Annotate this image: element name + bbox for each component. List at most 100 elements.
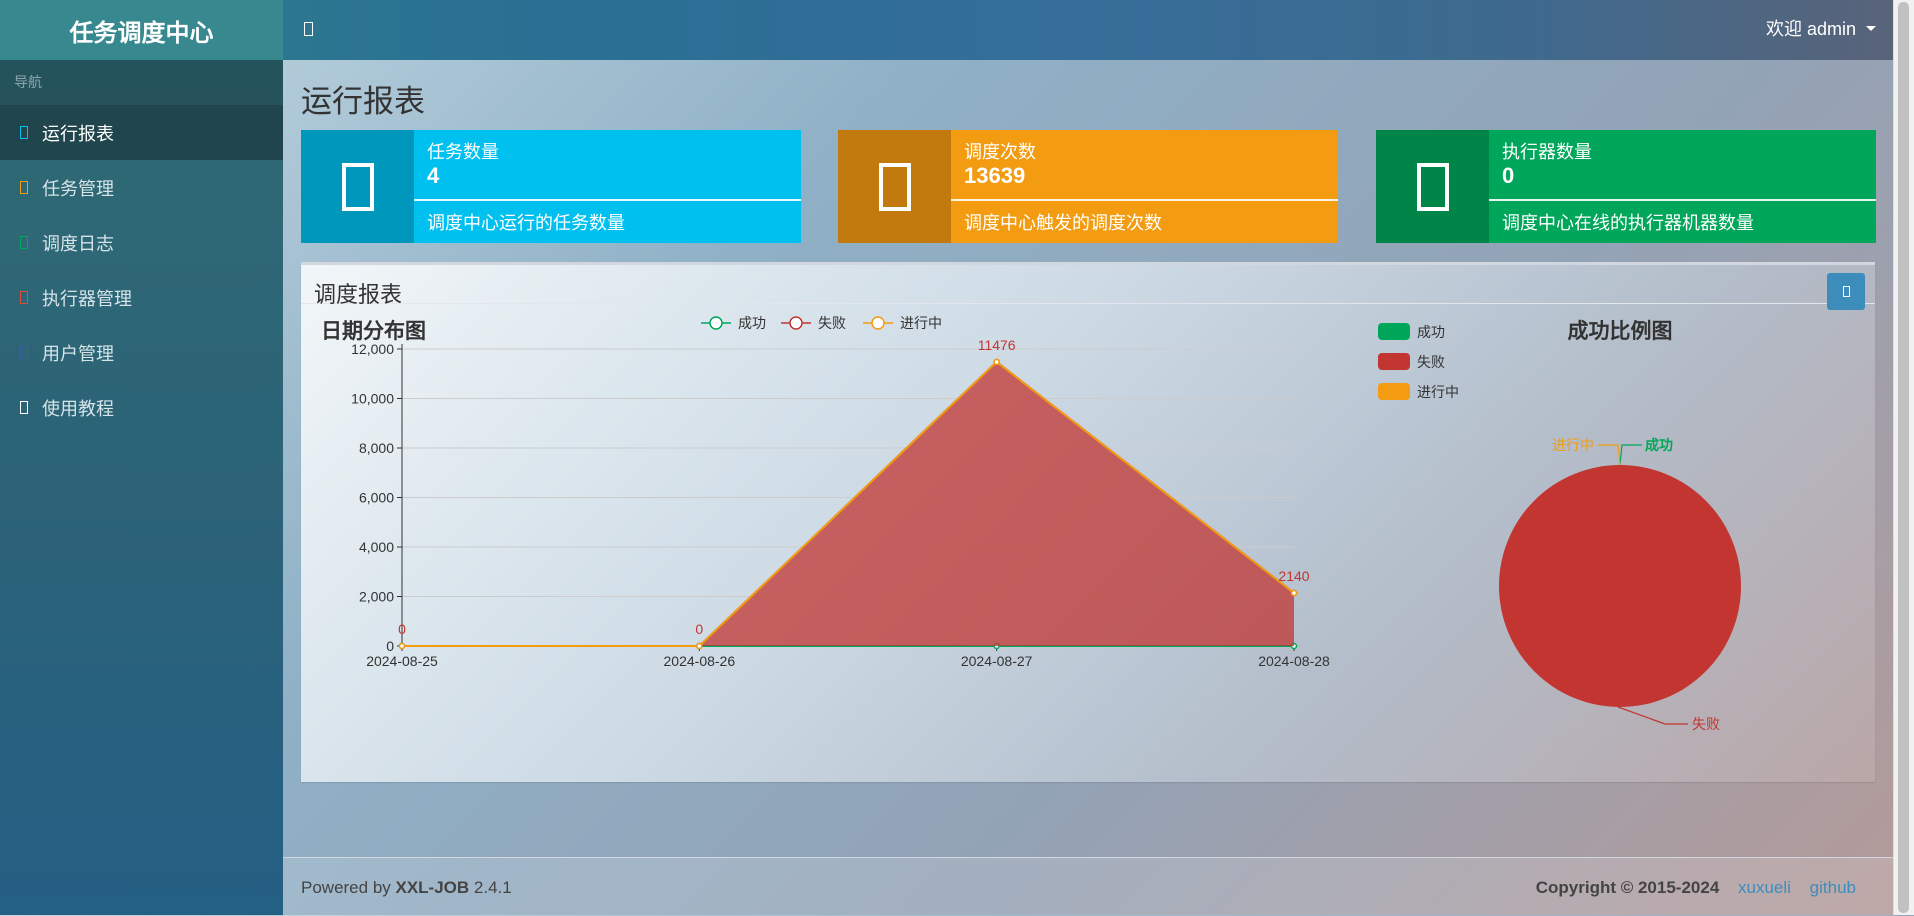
legend-label: 成功: [738, 315, 766, 331]
sidebar-item-label: 运行报表: [42, 123, 114, 144]
footer: Powered by XXL-JOB 2.4.1 Copyright © 201…: [283, 857, 1894, 916]
info-box-icon-area: [301, 130, 414, 243]
info-box-description: 调度中心在线的执行器机器数量: [1502, 213, 1754, 233]
legend-marker: [709, 316, 723, 330]
report-icon: [20, 126, 28, 139]
sidebar-item-label: 执行器管理: [42, 288, 132, 309]
sidebar-toggle-button[interactable]: [301, 18, 315, 40]
sidebar-item-logs[interactable]: 调度日志: [0, 215, 283, 270]
y-tick-label: 2,000: [359, 589, 394, 605]
x-tick-label: 2024-08-28: [1258, 653, 1330, 669]
y-tick-label: 8,000: [359, 440, 394, 456]
leader-line: [1617, 706, 1688, 725]
y-tick-label: 10,000: [351, 391, 394, 407]
info-box-icon-area: [1376, 130, 1489, 243]
data-point: [696, 642, 703, 650]
copyright: Copyright © 2015-2024 xuxueli github: [1536, 878, 1856, 898]
author-link[interactable]: xuxueli: [1738, 878, 1791, 897]
executor-icon: [20, 291, 28, 304]
sidebar-item-executors[interactable]: 执行器管理: [0, 270, 283, 325]
scrollbar-thumb[interactable]: [1898, 2, 1909, 913]
legend-item: 成功: [701, 315, 766, 331]
info-box-number: 4: [427, 163, 440, 188]
nav-header: 导航: [0, 60, 283, 105]
legend-item: 进行中: [863, 315, 942, 331]
legend-swatch: [1378, 383, 1410, 400]
app-logo[interactable]: 任务调度中心: [0, 0, 283, 60]
data-point: [398, 642, 406, 650]
server-icon: [1416, 162, 1449, 211]
y-tick-label: 6,000: [359, 490, 394, 506]
x-tick-label: 2024-08-25: [366, 653, 438, 669]
info-box-description: 调度中心触发的调度次数: [964, 213, 1162, 233]
leader-line: [1598, 444, 1621, 466]
line-chart: 日期分布图02,0004,0006,0008,00010,00012,00020…: [321, 315, 1330, 669]
legend-item: 成功: [1378, 323, 1445, 340]
slice-label-text: 进行中: [1552, 437, 1594, 453]
powered-by: Powered by XXL-JOB 2.4.1: [301, 878, 512, 898]
legend-item: 失败: [1378, 353, 1445, 370]
sidebar-item-label: 用户管理: [42, 343, 114, 364]
info-box-label: 执行器数量: [1502, 142, 1592, 162]
data-label: 0: [695, 621, 703, 637]
jobs-icon: [20, 181, 28, 194]
calendar-icon: [1842, 286, 1850, 297]
info-box-number: 13639: [964, 163, 1026, 188]
page-scrollbar[interactable]: [1893, 0, 1914, 915]
report-panel: 调度报表 日期分布图 0 2,000 4,000 6,000 8,000 10,000 12,…: [301, 262, 1875, 782]
legend-item: 失败: [781, 315, 846, 331]
info-box-jobs: 任务数量 4 调度中心运行的任务数量: [301, 130, 801, 243]
info-box-triggers: 调度次数 13639 调度中心触发的调度次数: [838, 130, 1338, 243]
sidebar-item-label: 使用教程: [42, 398, 114, 419]
pie-slice: [1499, 465, 1741, 707]
info-box-divider: [951, 199, 1338, 201]
legend-item: 进行中: [1378, 383, 1459, 400]
slice-label-text: 失败: [1692, 716, 1720, 732]
info-box-executors: 执行器数量 0 调度中心在线的执行器机器数量: [1376, 130, 1876, 243]
legend-label: 失败: [818, 315, 846, 331]
copyright-text: Copyright © 2015-2024: [1535, 878, 1720, 897]
caret-down-icon: [1866, 25, 1876, 31]
legend-swatch: [1378, 353, 1410, 370]
data-label: 2140: [1278, 568, 1309, 584]
info-box-number: 0: [1502, 163, 1515, 188]
sidebar-item-help[interactable]: 使用教程: [0, 380, 283, 435]
y-tick-label: 12,000: [351, 341, 394, 357]
logs-icon: [20, 236, 28, 249]
sidebar-item-jobs[interactable]: 任务管理: [0, 160, 283, 215]
book-icon: [20, 401, 28, 414]
x-tick-label: 2024-08-26: [664, 653, 736, 669]
chart-title: 成功比例图: [1568, 319, 1673, 343]
info-box-divider: [1489, 199, 1876, 201]
sidebar-item-users[interactable]: 用户管理: [0, 325, 283, 380]
powered-version: 2.4.1: [469, 878, 512, 897]
sidebar-item-label: 任务管理: [42, 178, 114, 199]
panel-header: [301, 265, 1875, 304]
y-tick-label: 0: [386, 638, 394, 654]
powered-product: XXL-JOB: [395, 878, 470, 897]
data-point: [993, 358, 1000, 366]
sidebar: 导航 运行报表 任务管理 调度日志 执行器管理 用户管理 使用教程: [0, 60, 283, 915]
sidebar-item-report[interactable]: 运行报表: [0, 105, 283, 160]
info-box-icon-area: [838, 130, 951, 243]
powered-prefix: Powered by: [301, 878, 396, 897]
user-menu[interactable]: 欢迎 admin: [1766, 0, 1876, 56]
slice-label-text: 成功: [1645, 437, 1673, 453]
date-filter-button[interactable]: [1827, 273, 1865, 310]
users-icon: [20, 346, 28, 359]
info-box-description: 调度中心运行的任务数量: [427, 213, 625, 233]
x-tick-label: 2024-08-27: [961, 653, 1033, 669]
legend-label: 进行中: [1417, 384, 1459, 400]
slice-label: 失败: [1617, 706, 1720, 732]
info-box-label: 任务数量: [427, 142, 499, 162]
chart-title: 日期分布图: [321, 319, 426, 343]
calendar-icon: [878, 162, 911, 211]
github-link[interactable]: github: [1810, 878, 1856, 897]
data-label: 0: [398, 621, 406, 637]
menu-icon: [303, 22, 313, 36]
sidebar-item-label: 调度日志: [42, 233, 114, 254]
flag-icon: [341, 162, 374, 211]
welcome-text: 欢迎 admin: [1765, 19, 1856, 39]
page-title: 运行报表: [301, 84, 425, 119]
legend-marker: [789, 316, 803, 330]
